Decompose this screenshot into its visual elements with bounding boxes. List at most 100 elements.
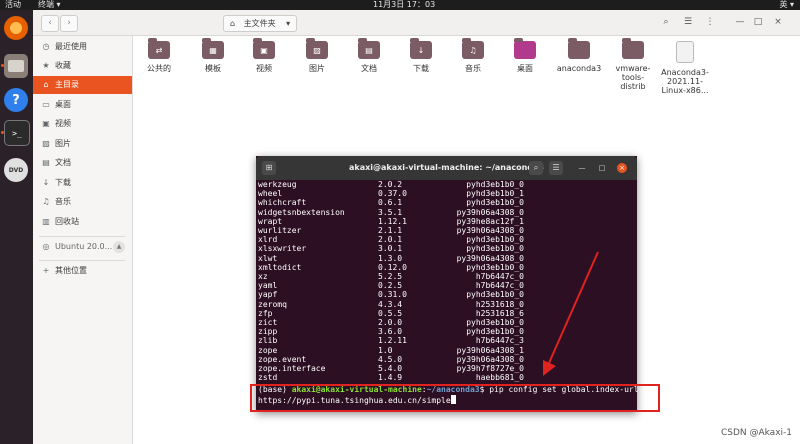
sidebar-item-documents[interactable]: ▤ 文档 <box>33 154 132 172</box>
sidebar-item-starred[interactable]: ★ 收藏 <box>33 57 132 75</box>
folder-label: 视频 <box>256 64 272 73</box>
menu-icon[interactable]: ☰ <box>549 161 563 175</box>
folder-icon: ▤ <box>358 38 380 59</box>
maximize-icon[interactable]: □ <box>751 15 765 30</box>
view-toggle-icon[interactable]: ☰ <box>681 15 695 30</box>
search-icon[interactable]: ⌕ <box>659 15 673 30</box>
watermark: CSDN @Akaxi-1 <box>720 428 792 438</box>
folder-label: 公共的 <box>147 64 171 73</box>
package-name: zstd <box>258 373 278 383</box>
document-icon: ▤ <box>42 158 50 167</box>
folder-label: vmware- tools- distrib <box>615 64 651 91</box>
terminal-titlebar[interactable]: ⊞ akaxi@akaxi-virtual-machine: ~/anacond… <box>256 156 637 180</box>
folder-label: 文档 <box>361 64 377 73</box>
clock-icon: ◷ <box>42 42 50 51</box>
folder-icon: ▦ <box>202 38 224 59</box>
star-icon: ★ <box>42 61 50 70</box>
folder-icon: ▨ <box>306 38 328 59</box>
maximize-icon[interactable]: □ <box>597 163 607 173</box>
folder-desktop[interactable]: 桌面 <box>495 38 555 94</box>
video-icon: ▣ <box>42 119 50 128</box>
terminal-icon[interactable]: >_ <box>4 120 30 146</box>
sidebar-item-downloads[interactable]: ↓ 下载 <box>33 174 132 192</box>
drive-icon: ◎ <box>42 242 50 251</box>
music-icon: ♫ <box>42 197 50 206</box>
dvd-icon[interactable]: DVD <box>4 158 28 182</box>
desktop-folder-icon <box>514 38 536 59</box>
close-icon[interactable]: × <box>771 15 785 30</box>
download-icon: ↓ <box>42 178 50 187</box>
home-icon: ⌂ <box>230 19 236 28</box>
sidebar-item-label: 图片 <box>55 139 71 148</box>
folder-label: 桌面 <box>517 64 533 73</box>
folder-downloads[interactable]: ↓ 下载 <box>391 38 451 94</box>
sidebar-item-other-locations[interactable]: + 其他位置 <box>33 262 132 280</box>
folder-icon: ▣ <box>253 38 275 59</box>
sidebar-item-pictures[interactable]: ▨ 图片 <box>33 135 132 153</box>
top-bar: 活动 终端 ▾ 11月3日 17：03 英 ▾ <box>0 0 800 10</box>
folder-vmware-tools-distrib[interactable]: vmware- tools- distrib <box>603 38 663 94</box>
sidebar-item-ubuntu-drive[interactable]: ◎ Ubuntu 20.0... ▲ <box>33 238 132 256</box>
sidebar-item-label: 主目录 <box>55 80 79 89</box>
picture-icon: ▨ <box>42 139 50 148</box>
folder-videos[interactable]: ▣ 视频 <box>234 38 294 94</box>
folder-anaconda3[interactable]: anaconda3 <box>549 38 609 94</box>
folder-label: 音乐 <box>465 64 481 73</box>
terminal-output[interactable]: werkzeug 2.0.2 pyhd3eb1b0_0 wheel 0.37.0 pyhd… <box>258 180 639 410</box>
highlight-box <box>250 384 660 412</box>
file-anaconda-installer[interactable]: Anaconda3- 2021.11- Linux-x86... <box>655 38 715 95</box>
folder-music[interactable]: ♫ 音乐 <box>443 38 503 94</box>
back-button[interactable]: ‹ <box>41 15 59 32</box>
sidebar-item-label: 最近使用 <box>55 42 87 51</box>
folder-public[interactable]: ⇄ 公共的 <box>129 38 189 94</box>
folder-pictures[interactable]: ▨ 图片 <box>287 38 347 94</box>
chevron-down-icon[interactable]: ▾ <box>286 19 290 28</box>
file-label: Anaconda3- 2021.11- Linux-x86... <box>661 68 709 95</box>
sidebar-item-label: Ubuntu 20.0... <box>55 242 113 251</box>
sidebar-item-home[interactable]: ⌂ 主目录 <box>33 76 132 94</box>
eject-icon[interactable]: ▲ <box>113 241 125 253</box>
folder-label: anaconda3 <box>556 64 602 73</box>
folder-icon: ⇄ <box>148 38 170 59</box>
folder-label: 图片 <box>309 64 325 73</box>
files-icon[interactable] <box>4 54 28 78</box>
plus-icon: + <box>42 266 50 275</box>
files-running-indicator <box>1 64 4 67</box>
clock[interactable]: 11月3日 17：03 <box>373 0 435 10</box>
folder-icon <box>622 38 644 59</box>
input-method-menu[interactable]: 英 ▾ <box>779 0 794 10</box>
trash-icon: ▥ <box>42 217 50 226</box>
forward-button[interactable]: › <box>60 15 78 32</box>
firefox-icon[interactable] <box>4 16 28 40</box>
sidebar-item-label: 文档 <box>55 158 71 167</box>
close-icon[interactable]: × <box>617 163 627 173</box>
folder-documents[interactable]: ▤ 文档 <box>339 38 399 94</box>
sidebar-item-label: 视频 <box>55 119 71 128</box>
package-build: haebb681_0 <box>475 373 524 383</box>
sidebar-item-label: 桌面 <box>55 100 71 109</box>
folder-label: 下载 <box>413 64 429 73</box>
terminal-window[interactable]: ⊞ akaxi@akaxi-virtual-machine: ~/anacond… <box>256 156 639 412</box>
files-icon-body <box>8 60 24 72</box>
sidebar-item-desktop[interactable]: ▭ 桌面 <box>33 96 132 114</box>
firefox-icon-core <box>10 22 22 34</box>
options-icon[interactable]: ⋮ <box>703 15 717 30</box>
path-bar[interactable]: ⌂ 主文件夹 ▾ <box>223 15 298 32</box>
search-icon[interactable]: ⌕ <box>529 161 543 175</box>
sidebar-divider <box>39 260 125 261</box>
minimize-icon[interactable]: — <box>733 15 747 30</box>
sidebar-item-videos[interactable]: ▣ 视频 <box>33 115 132 133</box>
dock: ? >_ DVD <box>0 10 33 444</box>
app-menu[interactable]: 终端 ▾ <box>38 0 61 10</box>
sidebar-divider <box>39 236 125 237</box>
activities-button[interactable]: 活动 <box>5 0 21 10</box>
package-version: 1.4.9 <box>378 373 403 383</box>
files-headerbar: ‹ › ⌂ 主文件夹 ▾ ⌕ ☰ ⋮ — □ × <box>33 10 800 36</box>
sidebar-item-trash[interactable]: ▥ 回收站 <box>33 213 132 231</box>
sidebar-item-label: 回收站 <box>55 217 79 226</box>
help-icon[interactable]: ? <box>4 88 28 112</box>
sidebar-item-recent[interactable]: ◷ 最近使用 <box>33 38 132 56</box>
minimize-icon[interactable]: — <box>577 163 587 173</box>
files-sidebar: ◷ 最近使用 ★ 收藏 ⌂ 主目录 ▭ 桌面 ▣ 视频 ▨ 图片 ▤ 文档 ↓ … <box>33 36 133 444</box>
sidebar-item-music[interactable]: ♫ 音乐 <box>33 193 132 211</box>
